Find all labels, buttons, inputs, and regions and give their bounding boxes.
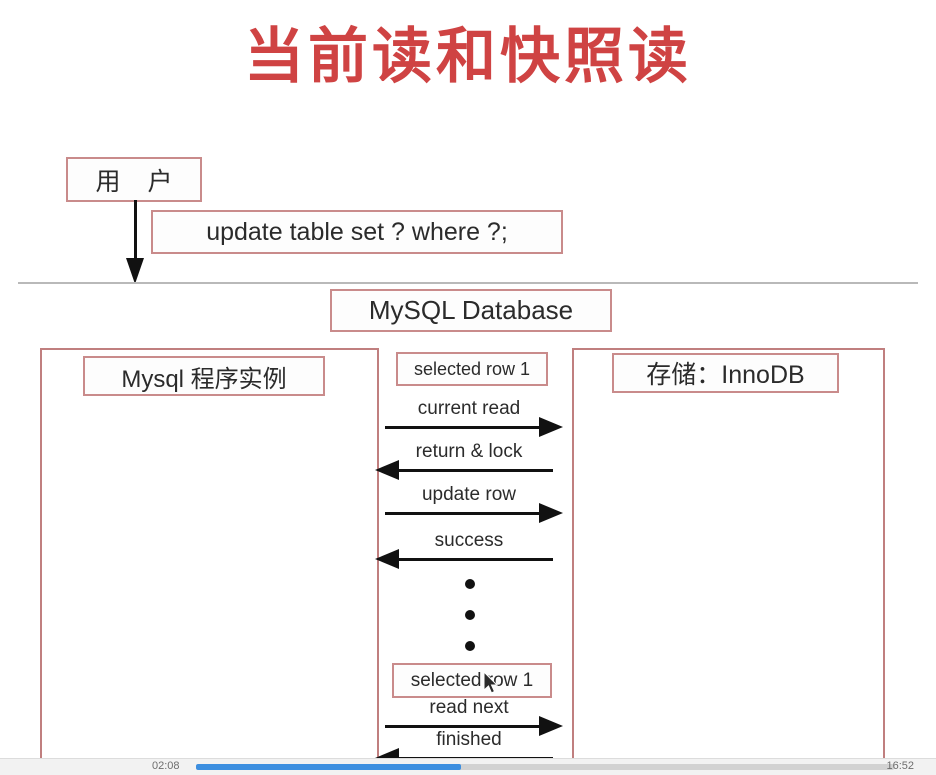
arrow-head-right-icon: [539, 503, 563, 523]
message-return-and-lock: return & lock: [375, 441, 555, 485]
message-read-next-label: read next: [429, 697, 509, 718]
slide-canvas: 当前读和快照读 用 户 update table set ? where ?; …: [0, 0, 936, 775]
message-return-and-lock-label: return & lock: [415, 441, 523, 462]
video-current-time: 02:08: [152, 760, 180, 772]
message-finished-label: finished: [436, 729, 502, 750]
video-total-time: 16:52: [886, 760, 914, 772]
arrow-shaft: [385, 725, 553, 728]
user-box: 用 户: [66, 157, 202, 202]
mysql-instance-panel: [40, 348, 379, 760]
user-arrow-shaft: [134, 200, 137, 265]
arrow-head-left-icon: [375, 460, 399, 480]
mouse-pointer-icon: [484, 672, 499, 694]
arrow-head-right-icon: [539, 417, 563, 437]
arrow-shaft: [385, 426, 553, 429]
arrow-head-left-icon: [375, 549, 399, 569]
user-arrow-head-icon: [126, 258, 144, 284]
sql-statement-box: update table set ? where ?;: [151, 210, 563, 254]
message-current-read-label: current read: [417, 398, 521, 419]
ellipsis-dot: [465, 610, 475, 620]
mysql-instance-label-box: Mysql 程序实例: [83, 356, 325, 396]
selected-row-bottom-box: selected row 1: [392, 663, 552, 698]
page-title: 当前读和快照读: [244, 23, 692, 90]
arrow-shaft: [385, 512, 553, 515]
ellipsis-dot: [465, 579, 475, 589]
mysql-database-box: MySQL Database: [330, 289, 612, 332]
section-divider: [18, 282, 918, 284]
arrow-shaft: [385, 558, 553, 561]
message-success: success: [375, 530, 555, 574]
video-player-bar[interactable]: 02:08 16:52: [0, 758, 936, 775]
message-update-row: update row: [383, 484, 563, 528]
video-progress-fill: [196, 764, 462, 770]
message-current-read: current read: [383, 398, 563, 442]
selected-row-top-box: selected row 1: [396, 352, 548, 386]
video-seek-track[interactable]: [196, 764, 894, 770]
message-success-label: success: [434, 530, 504, 551]
ellipsis-dot: [465, 641, 475, 651]
arrow-shaft: [385, 469, 553, 472]
storage-engine-panel: [572, 348, 885, 760]
storage-engine-label-box: 存储：InnoDB: [612, 353, 839, 393]
message-update-row-label: update row: [421, 484, 516, 505]
